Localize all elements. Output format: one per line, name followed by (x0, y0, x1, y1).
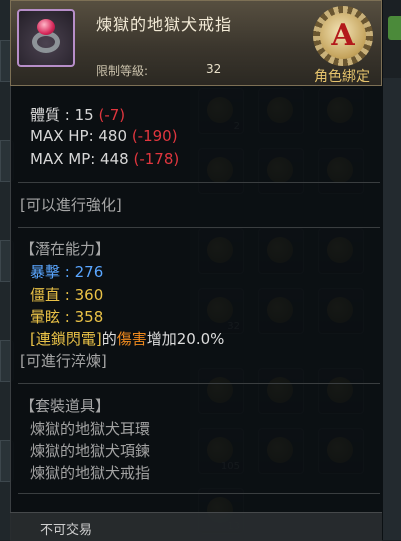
set-item: 煉獄的地獄犬戒指 (30, 464, 151, 482)
set-title: 【套裝道具】 (20, 397, 111, 415)
potential-title: 【潛在能力】 (20, 240, 111, 258)
refine-note: [可進行淬煉] (20, 352, 107, 370)
effect-target: 傷害 (116, 330, 147, 348)
trade-status-bar: 不可交易 (10, 512, 382, 541)
stat-row-max-hp: MAX HP: 480 (-190) (30, 127, 178, 145)
potential-value: 358 (74, 308, 104, 326)
grade-letter: A (331, 18, 355, 53)
stat-delta: (-7) (98, 106, 126, 124)
binding-status: 角色綁定 (314, 69, 370, 85)
stat-row-constitution: 體質 : 15 (-7) (30, 104, 125, 125)
divider (18, 383, 380, 384)
potential-line-crit: 暴擊 : 276 (30, 261, 103, 282)
potential-value: 276 (74, 263, 104, 281)
potential-label: 僵直 : (30, 286, 70, 304)
enhance-note: [可以進行強化] (20, 196, 122, 214)
stat-delta: (-178) (133, 150, 180, 168)
stat-label: 體質 : 15 (30, 106, 94, 124)
effect-skill: [連鎖閃電] (30, 330, 102, 348)
divider (18, 493, 380, 494)
potential-line-stun: 暈眩 : 358 (30, 306, 103, 327)
effect-connector: 的 (101, 330, 117, 348)
divider (18, 182, 380, 183)
potential-value: 360 (74, 286, 104, 304)
required-level-value: 32 (206, 62, 222, 76)
potential-line-stiffness: 僵直 : 360 (30, 284, 103, 305)
stat-delta: (-190) (131, 127, 178, 145)
ring-icon (17, 9, 75, 67)
potential-label: 暈眩 : (30, 308, 70, 326)
divider (18, 227, 380, 228)
effect-amount: 增加20.0% (146, 330, 225, 348)
grade-badge: A (313, 6, 373, 66)
ring-gem (37, 19, 55, 35)
item-name: 煉獄的地獄犬戒指 (96, 15, 233, 34)
set-item: 煉獄的地獄犬項鍊 (30, 442, 151, 460)
stat-label: MAX HP: 480 (30, 127, 128, 145)
set-item: 煉獄的地獄犬耳環 (30, 420, 151, 438)
required-level-label: 限制等級: (96, 64, 149, 78)
potential-effect: [連鎖閃電]的傷害增加20.0% (30, 328, 224, 349)
side-tab-button[interactable] (388, 16, 401, 40)
stat-label: MAX MP: 448 (30, 150, 129, 168)
trade-status: 不可交易 (40, 523, 93, 538)
stat-row-max-mp: MAX MP: 448 (-178) (30, 150, 179, 168)
potential-label: 暴擊 : (30, 263, 70, 281)
